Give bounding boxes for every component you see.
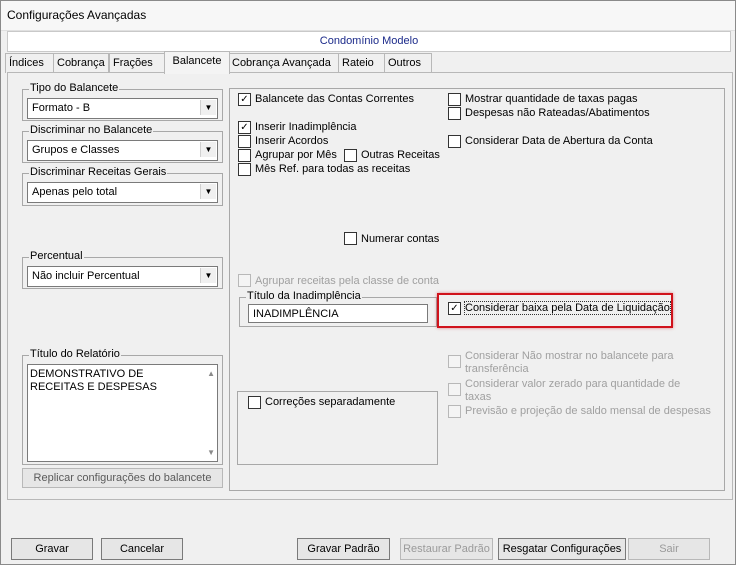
considerar-baixa-label: Considerar baixa pela Data de Liquidação xyxy=(464,301,671,315)
agrupar-classe-checkbox[interactable] xyxy=(238,274,251,287)
gravar-button[interactable]: Gravar xyxy=(11,538,93,560)
nao-mostrar-checkbox[interactable] xyxy=(448,355,461,368)
tab-cobranca[interactable]: Cobrança xyxy=(53,53,109,73)
valor-zerado-label: Considerar valor zerado para quantidade … xyxy=(465,378,681,390)
outras-receitas-label: Outras Receitas xyxy=(361,149,440,161)
discriminar-value: Grupos e Classes xyxy=(32,144,120,156)
valor-zerado-checkbox[interactable] xyxy=(448,383,461,396)
percentual-value: Não incluir Percentual xyxy=(32,270,140,282)
titulo-inad-input[interactable]: INADIMPLÊNCIA xyxy=(248,304,428,323)
chevron-down-icon[interactable]: ▼ xyxy=(200,100,216,115)
agrupar-mes-checkbox[interactable] xyxy=(238,149,251,162)
chevron-down-icon[interactable]: ▼ xyxy=(200,184,216,199)
inserir-inadimplencia-label: Inserir Inadimplência xyxy=(255,121,357,133)
window-title: Configurações Avançadas xyxy=(7,8,147,22)
tab-panel-balancete: Tipo do Balancete Formato - B ▼ Discrimi… xyxy=(7,72,733,500)
sair-button[interactable]: Sair xyxy=(628,538,710,560)
inserir-acordos-checkbox[interactable] xyxy=(238,135,251,148)
titulo-relatorio-label: Título do Relatório xyxy=(29,348,121,360)
tipo-balancete-label: Tipo do Balancete xyxy=(29,82,120,94)
cancelar-button[interactable]: Cancelar xyxy=(101,538,183,560)
chevron-down-icon[interactable]: ▼ xyxy=(200,268,216,283)
chevron-down-icon[interactable]: ▼ xyxy=(200,142,216,157)
correcoes-group: Correções separadamente xyxy=(237,391,438,465)
mes-ref-checkbox[interactable] xyxy=(238,163,251,176)
percentual-label: Percentual xyxy=(29,250,84,262)
tab-cobranca-avancada[interactable]: Cobrança Avançada xyxy=(228,53,339,73)
considerar-baixa-checkbox[interactable]: ✓ xyxy=(448,302,461,315)
despesas-nao-rateadas-checkbox[interactable] xyxy=(448,107,461,120)
discriminar-select[interactable]: Grupos e Classes ▼ xyxy=(27,140,218,161)
receitas-select[interactable]: Apenas pelo total ▼ xyxy=(27,182,218,203)
considerar-abertura-label: Considerar Data de Abertura da Conta xyxy=(465,135,653,147)
discriminar-group: Discriminar no Balancete Grupos e Classe… xyxy=(22,124,223,163)
title-bar: Configurações Avançadas xyxy=(1,1,735,31)
window: Configurações Avançadas Condomínio Model… xyxy=(0,0,736,565)
valor-zerado-label-line2: taxas xyxy=(465,391,492,403)
correcoes-checkbox[interactable] xyxy=(248,396,261,409)
discriminar-label: Discriminar no Balancete xyxy=(29,124,154,136)
receitas-value: Apenas pelo total xyxy=(32,186,118,198)
scroll-down-icon[interactable]: ▼ xyxy=(207,448,215,457)
tab-balancete[interactable]: Balancete xyxy=(164,51,230,74)
percentual-group: Percentual Não incluir Percentual ▼ xyxy=(22,250,223,289)
nao-mostrar-label: Considerar Não mostrar no balancete para xyxy=(465,350,674,362)
tab-indices[interactable]: Índices xyxy=(5,53,55,73)
replicar-button[interactable]: Replicar configurações do balancete xyxy=(22,468,223,488)
titulo-inad-value: INADIMPLÊNCIA xyxy=(253,308,339,320)
tab-outros[interactable]: Outros xyxy=(384,53,432,73)
titulo-inad-group: Título da Inadimplência INADIMPLÊNCIA xyxy=(239,290,437,327)
mostrar-quantidade-label: Mostrar quantidade de taxas pagas xyxy=(465,93,638,105)
numerar-contas-checkbox[interactable] xyxy=(344,232,357,245)
tab-fracoes[interactable]: Frações xyxy=(109,53,167,73)
inserir-inadimplencia-checkbox[interactable]: ✓ xyxy=(238,121,251,134)
mes-ref-label: Mês Ref. para todas as receitas xyxy=(255,163,411,175)
agrupar-classe-label: Agrupar receitas pela classe de conta xyxy=(255,275,440,287)
titulo-relatorio-textarea[interactable]: DEMONSTRATIVO DE RECEITAS E DESPESAS ▲ ▼ xyxy=(27,364,218,462)
titulo-relatorio-group: Título do Relatório DEMONSTRATIVO DE REC… xyxy=(22,348,223,465)
titulo-relatorio-text: DEMONSTRATIVO DE RECEITAS E DESPESAS xyxy=(30,368,157,393)
tipo-balancete-select[interactable]: Formato - B ▼ xyxy=(27,98,218,119)
gravar-padrao-button[interactable]: Gravar Padrão xyxy=(297,538,390,560)
tab-rateio[interactable]: Rateio xyxy=(338,53,386,73)
titulo-inad-label: Título da Inadimplência xyxy=(246,290,362,302)
despesas-nao-rateadas-label: Despesas não Rateadas/Abatimentos xyxy=(465,107,650,119)
outras-receitas-checkbox[interactable] xyxy=(344,149,357,162)
correcoes-label: Correções separadamente xyxy=(265,396,396,408)
receitas-label: Discriminar Receitas Gerais xyxy=(29,166,168,178)
scroll-up-icon[interactable]: ▲ xyxy=(207,369,215,378)
restaurar-padrao-button[interactable]: Restaurar Padrão xyxy=(400,538,493,560)
agrupar-mes-label: Agrupar por Mês xyxy=(255,149,337,161)
resgatar-configuracoes-button[interactable]: Resgatar Configurações xyxy=(498,538,626,560)
percentual-select[interactable]: Não incluir Percentual ▼ xyxy=(27,266,218,287)
tipo-balancete-group: Tipo do Balancete Formato - B ▼ xyxy=(22,82,223,121)
previsao-label: Previsão e projeção de saldo mensal de d… xyxy=(465,405,711,417)
nao-mostrar-label-line2: transferência xyxy=(465,363,529,375)
tipo-balancete-value: Formato - B xyxy=(32,102,91,114)
receitas-group: Discriminar Receitas Gerais Apenas pelo … xyxy=(22,166,223,206)
inserir-acordos-label: Inserir Acordos xyxy=(255,135,329,147)
previsao-checkbox[interactable] xyxy=(448,405,461,418)
considerar-abertura-checkbox[interactable] xyxy=(448,135,461,148)
mostrar-quantidade-checkbox[interactable] xyxy=(448,93,461,106)
balancete-contas-label: Balancete das Contas Correntes xyxy=(255,93,414,105)
balancete-contas-checkbox[interactable]: ✓ xyxy=(238,93,251,106)
condominio-header: Condomínio Modelo xyxy=(7,31,731,52)
numerar-contas-label: Numerar contas xyxy=(361,233,440,245)
